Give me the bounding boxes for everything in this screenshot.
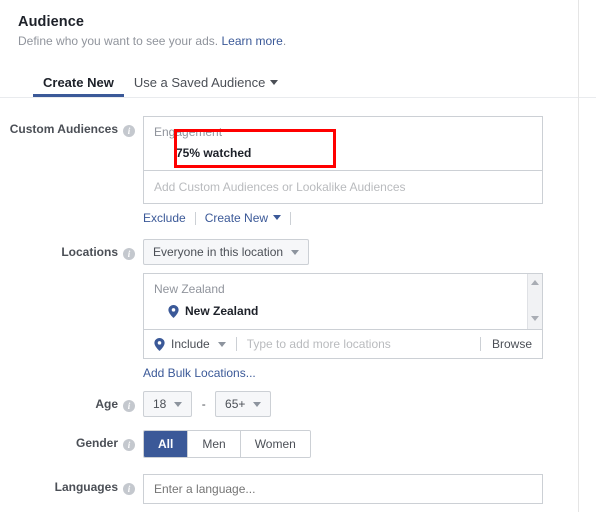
- locations-box: New Zealand New Zealand Include Type to …: [143, 273, 543, 359]
- gender-label-text: Gender: [75, 436, 118, 450]
- map-pin-icon: [168, 304, 179, 318]
- gender-button-group: All Men Women: [143, 430, 311, 458]
- browse-locations-button[interactable]: Browse: [479, 337, 542, 351]
- age-min-dropdown[interactable]: 18: [143, 391, 193, 417]
- locations-label: Locations i: [0, 239, 135, 260]
- info-icon[interactable]: i: [123, 125, 135, 137]
- custom-audiences-field: Engagement 75% watched Add Custom Audien…: [143, 116, 596, 225]
- chevron-down-icon: [217, 341, 226, 347]
- locations-input-row: Include Type to add more locations Brows…: [144, 329, 542, 358]
- locations-field: Everyone in this location New Zealand Ne…: [143, 239, 596, 380]
- scroll-down-arrow-icon[interactable]: [531, 316, 539, 321]
- locations-label-text: Locations: [61, 245, 118, 259]
- languages-label-text: Languages: [54, 480, 118, 494]
- age-field: 18 - 65+: [143, 391, 596, 417]
- chevron-down-icon: [174, 401, 183, 407]
- exclude-link[interactable]: Exclude: [143, 211, 195, 225]
- custom-audiences-selection: Engagement 75% watched: [144, 117, 542, 170]
- create-new-audience-label: Create New: [204, 211, 269, 225]
- page-title: Audience: [18, 14, 85, 30]
- location-list-item[interactable]: New Zealand: [154, 304, 532, 318]
- tab-use-saved-audience-label: Use a Saved Audience: [133, 75, 266, 90]
- info-icon[interactable]: i: [123, 400, 135, 412]
- gender-row: Gender i All Men Women: [0, 430, 596, 458]
- location-scope-dropdown[interactable]: Everyone in this location: [143, 239, 310, 265]
- chevron-down-icon: [253, 401, 262, 407]
- chevron-down-icon: [270, 80, 279, 85]
- custom-audiences-label: Custom Audiences i: [0, 116, 135, 137]
- age-label-text: Age: [95, 397, 118, 411]
- tab-use-saved-audience[interactable]: Use a Saved Audience: [124, 75, 289, 97]
- custom-audiences-box: Engagement 75% watched Add Custom Audien…: [143, 116, 543, 204]
- locations-row: Locations i Everyone in this location New…: [0, 239, 596, 380]
- custom-audiences-row: Custom Audiences i Engagement 75% watched…: [0, 116, 596, 225]
- custom-audiences-links: Exclude Create New: [143, 211, 596, 225]
- info-icon[interactable]: i: [123, 248, 135, 260]
- chevron-down-icon: [273, 215, 282, 220]
- languages-label: Languages i: [0, 474, 135, 495]
- subtitle-period: .: [282, 34, 287, 48]
- locations-group-label: New Zealand: [154, 282, 225, 296]
- locations-search-input[interactable]: Type to add more locations: [235, 337, 480, 351]
- custom-audiences-group-label: Engagement: [154, 125, 223, 139]
- learn-more-link[interactable]: Learn more: [221, 34, 282, 48]
- custom-audiences-selected-item[interactable]: 75% watched: [154, 146, 532, 160]
- scroll-up-arrow-icon[interactable]: [531, 280, 539, 285]
- audience-tabs: Create New Use a Saved Audience: [0, 68, 596, 97]
- age-max-dropdown[interactable]: 65+: [215, 391, 272, 417]
- create-new-audience-link[interactable]: Create New: [196, 211, 290, 225]
- page-right-border: [578, 0, 579, 512]
- audience-header: Audience Define who you want to see your…: [0, 0, 596, 48]
- locations-scrollbar[interactable]: [527, 274, 542, 329]
- languages-row: Languages i: [0, 474, 596, 504]
- link-divider: [290, 211, 292, 225]
- custom-audiences-input[interactable]: Add Custom Audiences or Lookalike Audien…: [144, 170, 542, 203]
- add-bulk-locations-link[interactable]: Add Bulk Locations...: [143, 366, 256, 380]
- tabs-divider: [0, 97, 596, 98]
- age-min-value: 18: [153, 397, 167, 411]
- chevron-down-icon: [291, 249, 300, 255]
- include-label: Include: [171, 337, 210, 351]
- age-row: Age i 18 - 65+: [0, 391, 596, 417]
- map-pin-icon: [154, 337, 165, 351]
- include-exclude-dropdown[interactable]: Include: [144, 337, 234, 351]
- gender-option-men[interactable]: Men: [187, 431, 240, 457]
- page-subtitle: Define who you want to see your ads. Lea…: [18, 34, 596, 48]
- gender-field: All Men Women: [143, 430, 596, 458]
- age-label: Age i: [0, 391, 135, 412]
- languages-field: [143, 474, 596, 504]
- custom-audiences-label-text: Custom Audiences: [9, 122, 118, 136]
- subtitle-text: Define who you want to see your ads.: [18, 34, 219, 48]
- location-list-item-label: New Zealand: [185, 304, 259, 318]
- tab-create-new[interactable]: Create New: [33, 75, 124, 97]
- gender-option-women[interactable]: Women: [239, 431, 310, 457]
- gender-label: Gender i: [0, 430, 135, 451]
- info-icon[interactable]: i: [123, 439, 135, 451]
- age-max-value: 65+: [225, 397, 246, 411]
- languages-input[interactable]: [143, 474, 543, 504]
- tab-create-new-label: Create New: [43, 75, 114, 90]
- info-icon[interactable]: i: [123, 483, 135, 495]
- location-scope-label: Everyone in this location: [153, 245, 284, 259]
- gender-option-all[interactable]: All: [144, 431, 188, 457]
- age-range-separator: -: [201, 397, 206, 411]
- locations-list: New Zealand New Zealand: [144, 274, 542, 329]
